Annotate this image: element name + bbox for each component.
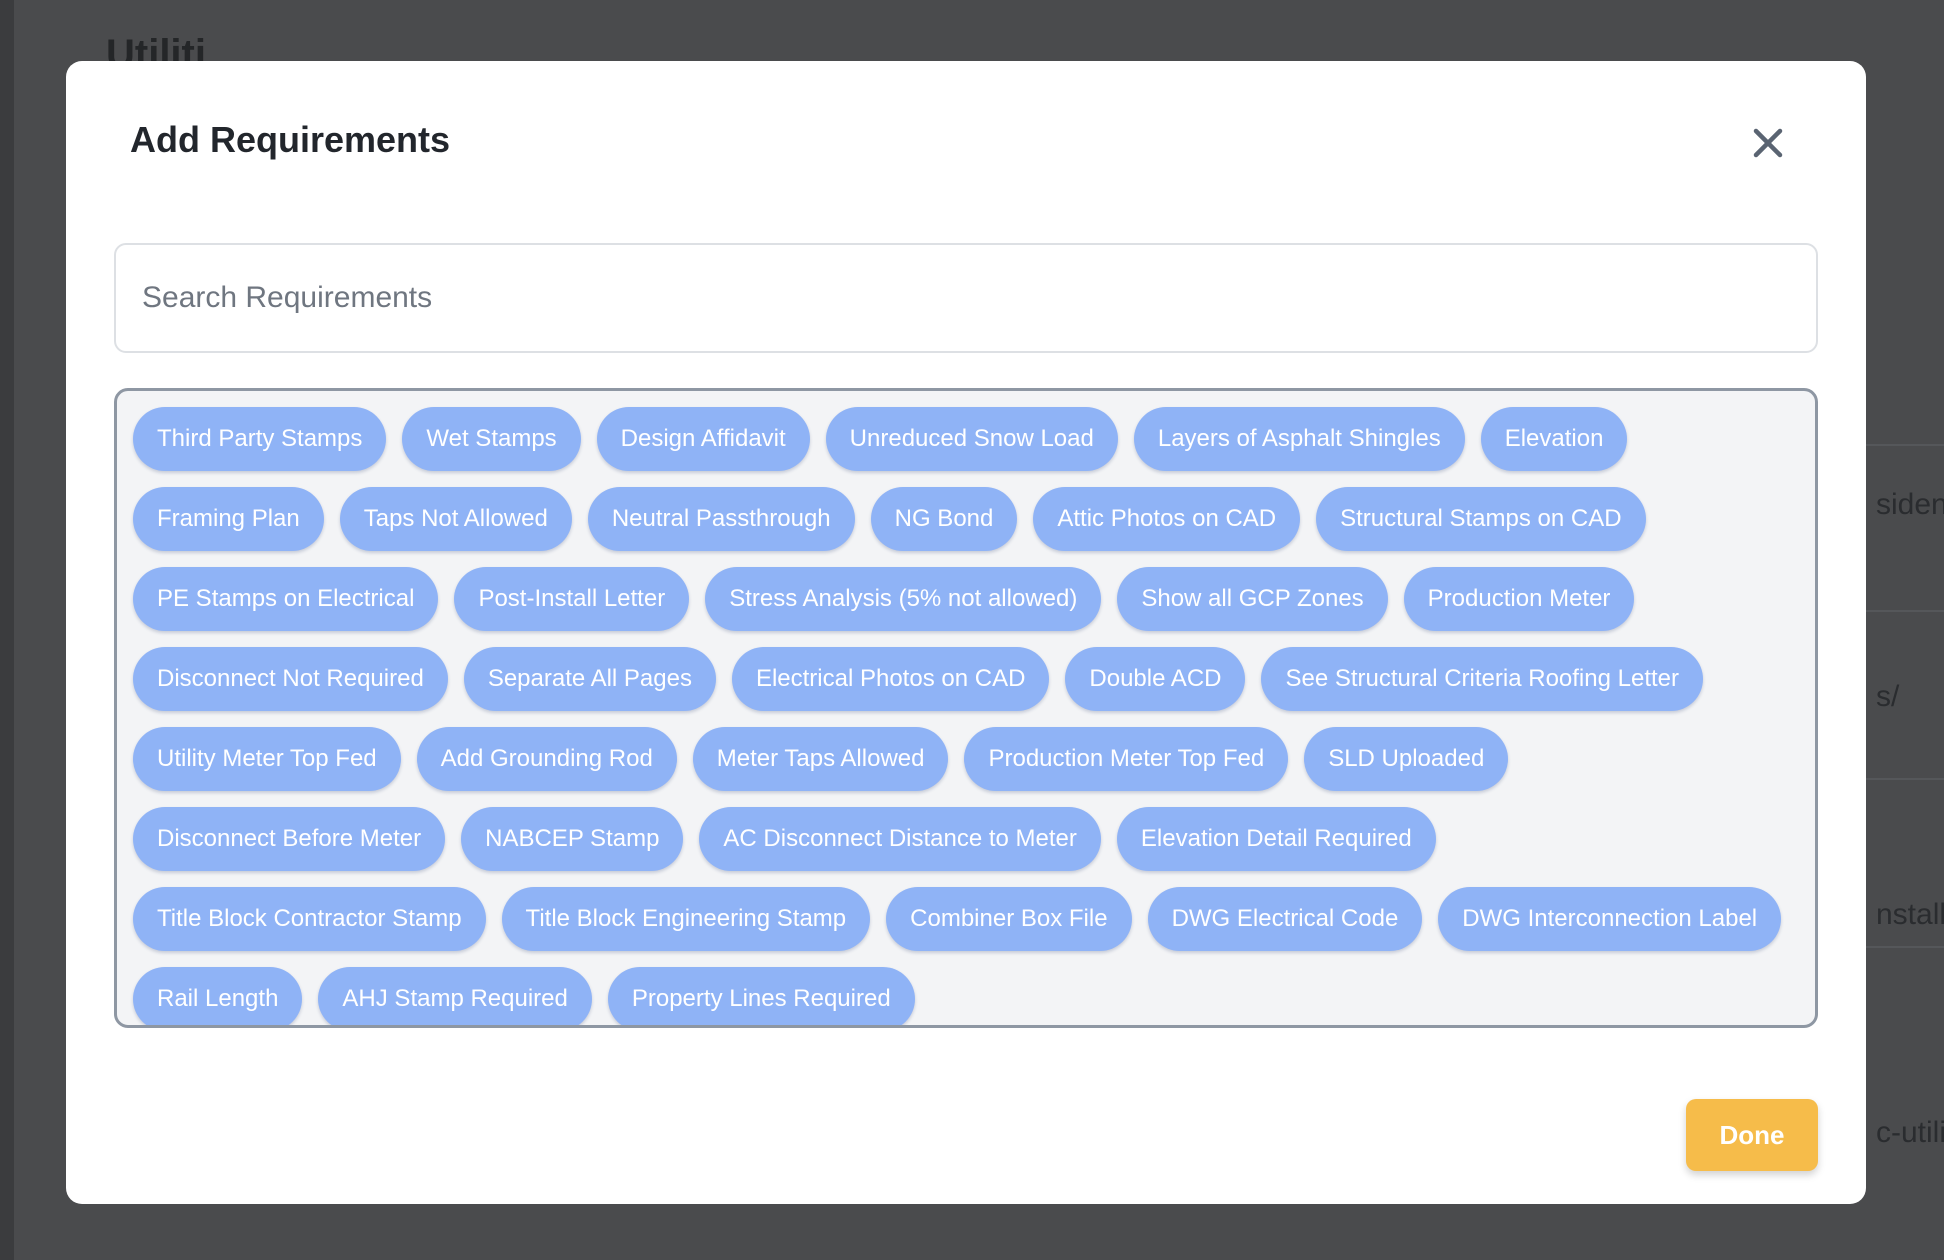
close-icon	[1753, 128, 1783, 158]
requirement-chip[interactable]: Stress Analysis (5% not allowed)	[705, 567, 1102, 631]
requirement-chip[interactable]: Show all GCP Zones	[1117, 567, 1388, 631]
background-cell-text: s/	[1876, 680, 1900, 713]
requirement-chip[interactable]: Property Lines Required	[607, 967, 915, 1025]
requirement-chip[interactable]: Structural Stamps on CAD	[1316, 487, 1646, 551]
requirement-chip[interactable]: Disconnect Before Meter	[133, 807, 446, 871]
requirement-chip[interactable]: Electrical Photos on CAD	[731, 647, 1050, 711]
search-requirements-input[interactable]	[114, 243, 1818, 353]
requirement-chip[interactable]: Elevation Detail Required	[1116, 807, 1436, 871]
requirement-chip[interactable]: Neutral Passthrough	[587, 487, 855, 551]
requirement-chip[interactable]: Third Party Stamps	[133, 407, 387, 471]
requirement-chip[interactable]: Meter Taps Allowed	[692, 727, 949, 791]
requirement-chip[interactable]: Combiner Box File	[886, 887, 1132, 951]
requirement-chip[interactable]: Layers of Asphalt Shingles	[1133, 407, 1465, 471]
requirement-chip[interactable]: AC Disconnect Distance to Meter	[699, 807, 1101, 871]
background-cell-text: sident	[1876, 488, 1944, 521]
background-cell-text: c-utilit	[1876, 1116, 1944, 1149]
requirement-chip[interactable]: Production Meter Top Fed	[964, 727, 1289, 791]
requirement-chip[interactable]: Unreduced Snow Load	[825, 407, 1118, 471]
requirement-chip[interactable]: Title Block Engineering Stamp	[501, 887, 871, 951]
requirement-chip[interactable]: AHJ Stamp Required	[318, 967, 592, 1025]
close-button[interactable]	[1746, 121, 1790, 165]
requirement-chip[interactable]: DWG Electrical Code	[1147, 887, 1423, 951]
requirement-chip[interactable]: Rail Length	[133, 967, 303, 1025]
background-divider	[1864, 610, 1944, 612]
modal-title: Add Requirements	[130, 119, 451, 160]
background-divider	[1864, 778, 1944, 780]
requirement-chip[interactable]: Add Grounding Rod	[416, 727, 677, 791]
background-cell-text: nstalla	[1876, 898, 1944, 931]
requirement-chip[interactable]: See Structural Criteria Roofing Letter	[1261, 647, 1703, 711]
add-requirements-modal: Add Requirements Third Party StampsWet S…	[66, 61, 1866, 1204]
requirement-chip[interactable]: Wet Stamps	[402, 407, 581, 471]
requirement-chip[interactable]: Title Block Contractor Stamp	[133, 887, 486, 951]
requirement-chip[interactable]: Design Affidavit	[596, 407, 810, 471]
requirement-chip[interactable]: NG Bond	[870, 487, 1018, 551]
requirement-chip[interactable]: Attic Photos on CAD	[1033, 487, 1301, 551]
requirement-chip[interactable]: NABCEP Stamp	[461, 807, 684, 871]
requirement-chip[interactable]: PE Stamps on Electrical	[133, 567, 439, 631]
requirement-chip[interactable]: Elevation	[1480, 407, 1628, 471]
requirement-chip[interactable]: Post-Install Letter	[454, 567, 690, 631]
requirement-chip[interactable]: DWG Interconnection Label	[1438, 887, 1782, 951]
requirement-chip[interactable]: Production Meter	[1403, 567, 1635, 631]
requirement-chip[interactable]: Framing Plan	[133, 487, 324, 551]
requirement-chip[interactable]: Double ACD	[1065, 647, 1246, 711]
requirement-chip[interactable]: Utility Meter Top Fed	[133, 727, 401, 791]
done-button[interactable]: Done	[1686, 1099, 1818, 1171]
requirement-chip[interactable]: Separate All Pages	[463, 647, 716, 711]
requirements-list: Third Party Stamps Wet Stamps Design Affid…	[114, 388, 1818, 1028]
background-divider	[1864, 946, 1944, 948]
background-divider	[1864, 444, 1944, 446]
requirement-chip[interactable]: Taps Not Allowed	[339, 487, 572, 551]
requirement-chip[interactable]: Disconnect Not Required	[133, 647, 448, 711]
requirement-chip[interactable]: SLD Uploaded	[1304, 727, 1509, 791]
